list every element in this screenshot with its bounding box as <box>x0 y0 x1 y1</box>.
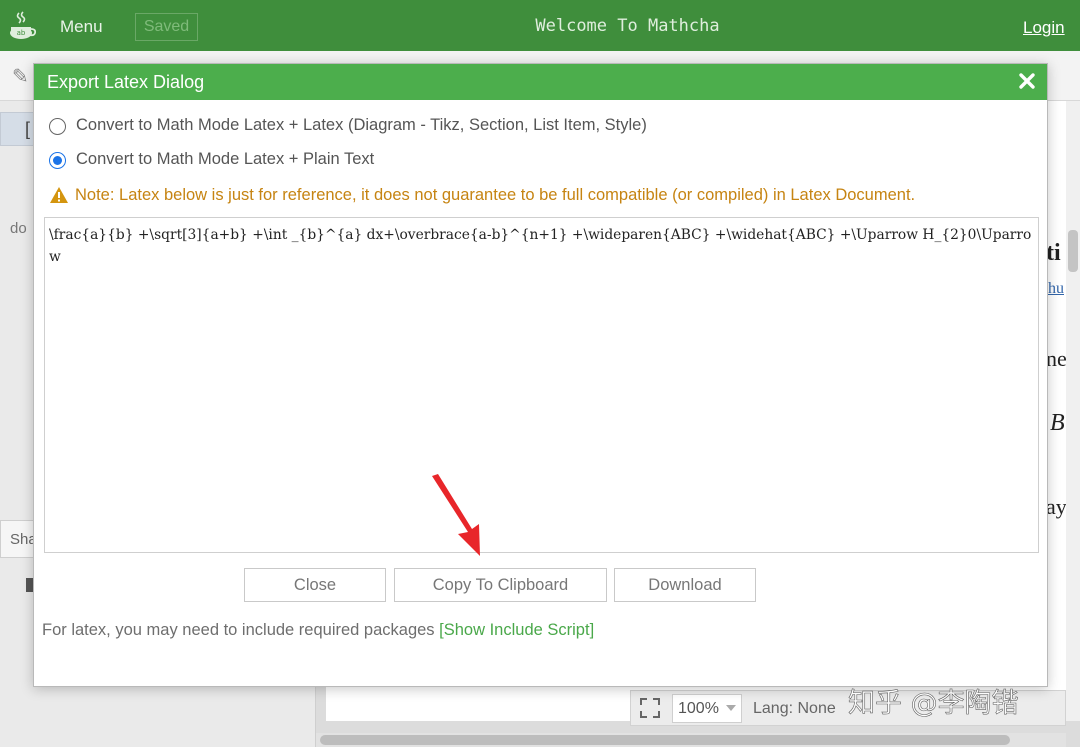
dialog-header: Export Latex Dialog <box>34 64 1047 100</box>
zhihu-watermark: 知乎 @李陶锴 <box>848 688 1019 720</box>
copy-to-clipboard-button[interactable]: Copy To Clipboard <box>394 568 607 602</box>
warning-icon <box>50 187 68 203</box>
mathcha-logo-icon[interactable]: ab <box>8 11 36 41</box>
radio-button[interactable] <box>49 118 66 135</box>
export-latex-dialog: Export Latex Dialog Convert to Math Mode… <box>33 63 1048 687</box>
option-label: Convert to Math Mode Latex + Latex (Diag… <box>76 116 647 134</box>
app-top-bar: ab Menu Saved Welcome To Mathcha Login <box>0 0 1080 51</box>
show-include-script-link[interactable]: [Show Include Script] <box>439 621 594 639</box>
document-text-fragment: ne <box>1046 346 1067 371</box>
dialog-title: Export Latex Dialog <box>47 72 205 92</box>
document-link-fragment[interactable]: hu <box>1048 280 1064 298</box>
login-link[interactable]: Login <box>1023 18 1065 38</box>
vertical-scrollbar[interactable] <box>1066 101 1080 721</box>
vertical-scroll-thumb[interactable] <box>1068 230 1078 272</box>
warning-text: Note: Latex below is just for reference,… <box>75 186 916 204</box>
packages-note-text: For latex, you may need to include requi… <box>42 621 435 639</box>
saved-status-badge: Saved <box>135 13 198 41</box>
fullscreen-icon[interactable] <box>639 697 661 719</box>
document-text-fragment: ay <box>1046 494 1067 519</box>
horizontal-scroll-thumb[interactable] <box>320 735 1010 745</box>
option-label: Convert to Math Mode Latex + Plain Text <box>76 150 375 168</box>
radio-button-checked[interactable] <box>49 152 66 169</box>
latex-output-textarea[interactable]: \frac{a}{b} +\sqrt[3]{a+b} +\int _{b}^{a… <box>44 217 1039 553</box>
watermark-text: 知乎 @李陶锴 <box>848 688 1019 719</box>
document-math-fragment: B <box>1050 410 1065 436</box>
packages-note: For latex, you may need to include requi… <box>42 621 594 640</box>
left-panel-text-fragment: do <box>10 220 27 237</box>
document-text-fragment: ti <box>1046 240 1061 266</box>
chevron-down-icon <box>726 705 736 711</box>
close-icon[interactable] <box>1015 69 1039 93</box>
close-button[interactable]: Close <box>244 568 386 602</box>
svg-text:ab: ab <box>17 29 26 37</box>
toolbar-insert-icon[interactable]: ✎ <box>12 64 29 89</box>
download-button[interactable]: Download <box>614 568 756 602</box>
language-indicator[interactable]: Lang: None <box>753 700 836 718</box>
menu-button[interactable]: Menu <box>60 17 103 37</box>
